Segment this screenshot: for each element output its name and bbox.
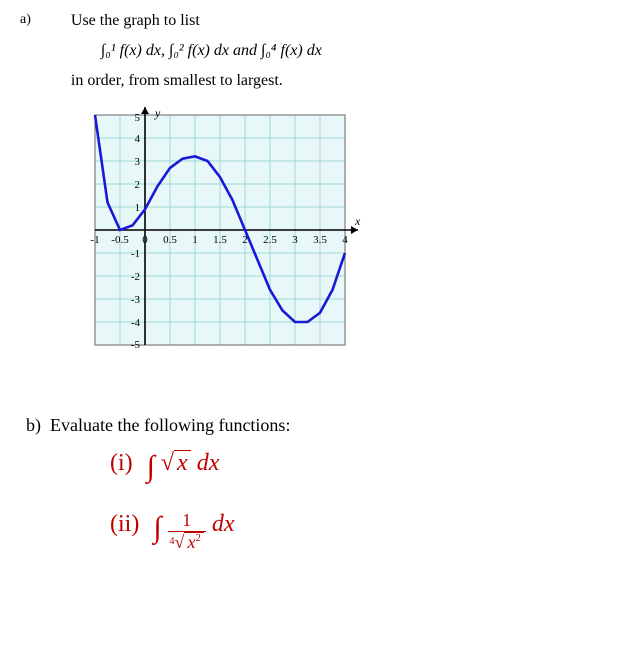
svg-text:1: 1: [192, 234, 198, 246]
integrals-line: ∫₀¹ f(x) dx, ∫₀² f(x) dx and ∫₀⁴ f(x) dx: [101, 42, 365, 60]
svg-text:4: 4: [134, 133, 140, 145]
svg-text:3: 3: [292, 234, 298, 246]
part-a-body: Use the graph to list ∫₀¹ f(x) dx, ∫₀² f…: [71, 10, 365, 395]
svg-text:-5: -5: [131, 339, 141, 351]
integral-icon: ∫: [147, 450, 155, 483]
equation-i: (i) ∫ √x dx: [110, 450, 598, 483]
svg-text:0: 0: [142, 234, 148, 246]
svg-text:-1: -1: [131, 248, 140, 260]
svg-text:2.5: 2.5: [263, 234, 277, 246]
integral-3: ∫₀⁴ f(x) dx: [261, 42, 322, 59]
svg-text:-3: -3: [131, 294, 141, 306]
y-axis-label: y: [154, 106, 161, 120]
part-a-followup: in order, from smallest to largest.: [71, 72, 365, 90]
svg-text:-4: -4: [131, 317, 141, 329]
svg-text:2: 2: [134, 179, 140, 191]
eq-i-label: (i): [110, 450, 133, 476]
graph-container: y x -1 -0.5 0 0.5 1 1.5 2 2.5 3 3.5 4: [75, 105, 365, 355]
svg-text:1: 1: [134, 202, 140, 214]
eq-ii-label: (ii): [110, 511, 139, 537]
part-a-marker: a): [20, 12, 31, 28]
equation-ii: (ii) ∫ 1 4√x2 dx: [110, 505, 598, 547]
svg-text:4: 4: [342, 234, 348, 246]
function-graph: y x -1 -0.5 0 0.5 1 1.5 2 2.5 3 3.5 4: [75, 105, 365, 355]
svg-text:0.5: 0.5: [163, 234, 177, 246]
svg-text:-1: -1: [90, 234, 99, 246]
svg-text:3: 3: [134, 156, 140, 168]
svg-text:3.5: 3.5: [313, 234, 327, 246]
svg-text:5: 5: [134, 112, 140, 124]
integral-icon: ∫: [153, 511, 161, 544]
svg-text:-0.5: -0.5: [111, 234, 129, 246]
x-axis-label: x: [354, 214, 361, 228]
part-b-marker: b): [26, 415, 41, 435]
integral-1: ∫₀¹ f(x) dx: [101, 42, 161, 59]
svg-text:-2: -2: [131, 271, 140, 283]
part-a-prompt: Use the graph to list: [71, 12, 365, 30]
part-b-prompt: Evaluate the following functions:: [50, 415, 290, 435]
integral-2: ∫₀² f(x) dx: [169, 42, 229, 59]
svg-text:1.5: 1.5: [213, 234, 227, 246]
